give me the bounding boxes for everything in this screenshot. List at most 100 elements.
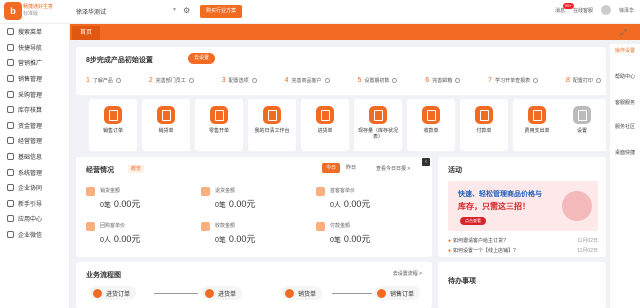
stat-value: 0笔 0.00元 xyxy=(215,197,255,210)
stat-first-customer: 首客客单价 0人 0.00元 xyxy=(316,185,416,215)
set-flow-link[interactable]: 去设置流程 > xyxy=(393,270,422,277)
sidebar-item-apps[interactable]: 应用中心 xyxy=(0,211,69,227)
stat-value: 0笔 0.00元 xyxy=(100,197,140,210)
bullet-icon: ● xyxy=(448,238,452,244)
sidebar-item-collab[interactable]: 企业协同 xyxy=(0,180,69,196)
banner-line1: 快速、轻松管理商品价格与 xyxy=(458,191,542,198)
setup-step[interactable]: 8 配置打印 xyxy=(566,77,601,84)
view-daily-report-link[interactable]: 查看今日日报 > xyxy=(376,165,410,172)
quick-stock[interactable]: 现存量（库存状况表） xyxy=(354,99,402,151)
sidebar-item-label: 经营管理 xyxy=(18,139,43,146)
quick-retail[interactable]: 零售开单 xyxy=(195,99,243,151)
flow-node-sales-slip[interactable]: 销货单 xyxy=(282,286,323,300)
sidebar-item-basic-info[interactable]: 基础信息 xyxy=(0,149,69,165)
gear-icon[interactable]: ⚙ xyxy=(183,6,190,15)
company-selector[interactable]: 徐泽华测试 xyxy=(76,7,106,16)
arrow-right-icon xyxy=(188,78,194,83)
rail-settings[interactable]: 操作设置 xyxy=(614,48,636,54)
rail-desktop[interactable]: 桌面快捷 xyxy=(614,150,636,156)
sidebar-item-label: 系统管理 xyxy=(18,170,43,177)
tab-home[interactable]: 首页 xyxy=(72,26,101,40)
stat-repurchase: 回购客单价 0人 0.00元 xyxy=(86,220,186,250)
sidebar-item-sales[interactable]: 销售管理 xyxy=(0,71,69,87)
quick-payment[interactable]: 付款单 xyxy=(460,99,508,151)
step-number: 7 xyxy=(488,77,493,84)
setup-step[interactable]: 7 学习开单查报表 xyxy=(488,77,539,84)
receipt-icon xyxy=(157,106,175,124)
stat-label: 付款金额 xyxy=(330,223,351,229)
setup-step[interactable]: 3 配置选项 xyxy=(222,77,257,84)
sidebar-item-quick-nav[interactable]: 快捷导航 xyxy=(0,40,69,56)
quick-sales-slip[interactable]: 销货单 xyxy=(142,99,190,151)
overview-tag: 概览 xyxy=(128,165,145,173)
setup-step[interactable]: 5 设置期初数 xyxy=(357,77,398,84)
document-icon xyxy=(104,106,122,124)
overview-title: 经营情况 xyxy=(86,167,114,174)
rail-help[interactable]: 帮助中心 xyxy=(614,74,636,80)
sidebar-item-wecom[interactable]: 企业微信 xyxy=(0,227,69,243)
news-item[interactable]: ● 如何邀请客户给主订货? 11月02日 xyxy=(448,237,598,244)
go-setup-button[interactable]: 去设置 xyxy=(188,53,216,64)
flow-arrow xyxy=(154,293,198,294)
quick-workbench[interactable]: 我的日清工作台 xyxy=(248,99,296,151)
top-bar: b 畅捷通好生意 标准版 徐泽华测试 ▼ ⚙ 购买行业方案 消息 99+ 在线客… xyxy=(0,0,640,24)
online-service-button[interactable]: 在线客服 xyxy=(573,7,593,14)
news-item[interactable]: ● 如何设置一个【线上店铺】? 11月02日 xyxy=(448,247,598,254)
quick-purchase-slip[interactable]: 进货单 xyxy=(301,99,349,151)
stat-label: 销货金额 xyxy=(100,188,121,194)
step-label: 完善部门员工 xyxy=(155,78,186,84)
sidebar-item-purchase[interactable]: 采购管理 xyxy=(0,86,69,102)
sales-slip-icon xyxy=(285,288,294,298)
sidebar-item-inventory[interactable]: 库存核算 xyxy=(0,102,69,118)
flow-node-label: 销货单 xyxy=(298,291,317,298)
banner-view-button[interactable]: 点击查看 xyxy=(460,217,486,225)
top-right-actions: 消息 99+ 在线客服 徐泽华 xyxy=(555,2,634,15)
stat-label: 退货金额 xyxy=(215,188,236,194)
user-name[interactable]: 徐泽华 xyxy=(619,7,634,14)
rail-community[interactable]: 服务社区 xyxy=(614,124,636,130)
message-count-badge: 99+ xyxy=(562,2,574,9)
quick-expense[interactable]: 费用支出单 xyxy=(513,99,561,151)
expense-icon xyxy=(528,106,546,124)
arrow-right-icon xyxy=(324,78,330,83)
tab-today[interactable]: 今日 xyxy=(322,163,341,173)
arrow-right-icon xyxy=(115,78,121,83)
bullet-icon: ● xyxy=(448,248,452,254)
messages-button[interactable]: 消息 99+ xyxy=(555,2,574,14)
avatar[interactable] xyxy=(600,5,611,15)
sidebar-item-business[interactable]: 经营管理 xyxy=(0,133,69,149)
setup-step[interactable]: 1 了解产品 xyxy=(86,77,121,84)
brand-edition: 标准版 xyxy=(23,11,39,17)
tab-yesterday[interactable]: 昨日 xyxy=(342,163,360,173)
sidebar-item-system[interactable]: 系统管理 xyxy=(0,164,69,180)
quick-label: 销货单 xyxy=(158,128,174,134)
fullscreen-icon[interactable]: ⤢ xyxy=(620,28,626,38)
flow-node-purchase-order[interactable]: 进货订单 xyxy=(90,286,137,300)
stat-amount: 0.00元 xyxy=(343,234,371,244)
setup-step[interactable]: 4 完善商品客户 xyxy=(285,77,330,84)
stat-value: 0笔 0.00元 xyxy=(330,232,370,245)
step-label: 完善邮箱 xyxy=(432,78,453,84)
chevron-down-icon[interactable]: ▼ xyxy=(172,7,177,13)
quick-settings[interactable]: 设置 xyxy=(558,99,606,151)
flow-node-purchase-slip[interactable]: 进货单 xyxy=(202,286,243,300)
sidebar-item-marketing[interactable]: 营销推广 xyxy=(0,55,69,71)
setup-step[interactable]: 2 完善部门员工 xyxy=(149,77,194,84)
quick-receipt[interactable]: 收款单 xyxy=(407,99,455,151)
flow-node-sales-order[interactable]: 销售订单 xyxy=(374,286,421,300)
warehouse-icon xyxy=(369,106,387,124)
quick-sales-order[interactable]: 销售订单 xyxy=(89,99,137,151)
return-icon xyxy=(201,187,210,196)
activity-panel: 活动 快速、轻松管理商品价格与 库存，只需这三招！ 点击查看 ● 如何邀请客户给主… xyxy=(438,157,606,257)
collapse-button[interactable]: ‹ xyxy=(422,158,430,166)
sidebar-item-search[interactable]: 搜索菜单 xyxy=(0,24,69,40)
setup-step[interactable]: 6 完善邮箱 xyxy=(425,77,461,84)
promo-banner[interactable]: 快速、轻松管理商品价格与 库存，只需这三招！ 点击查看 xyxy=(448,181,598,231)
rail-service[interactable]: 客服服务 xyxy=(614,100,636,106)
step-label: 学习开单查报表 xyxy=(495,78,531,84)
sidebar-item-funds[interactable]: 资金管理 xyxy=(0,118,69,134)
buy-plan-button[interactable]: 购买行业方案 xyxy=(200,5,243,18)
stat-sales: 销货金额 0笔 0.00元 xyxy=(86,185,186,215)
sidebar-item-guide[interactable]: 新手引导 xyxy=(0,196,69,212)
stat-count: 0笔 xyxy=(215,202,226,209)
